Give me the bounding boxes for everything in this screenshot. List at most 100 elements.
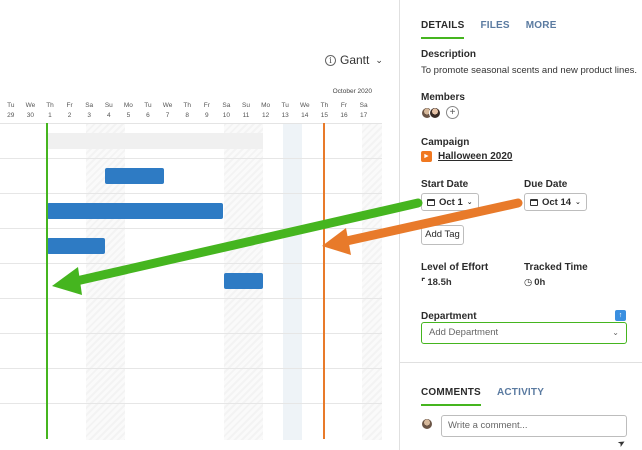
gantt-summary-bar[interactable] — [47, 133, 263, 149]
day-header-cell: Su 4 — [99, 101, 119, 121]
day-header-cell: We 30 — [21, 101, 41, 121]
gantt-task-bar[interactable] — [224, 273, 263, 289]
start-date-button[interactable]: Oct 1 ⌄ — [421, 193, 479, 211]
day-header-cell: Mo 12 — [256, 101, 276, 121]
details-tabs: DETAILS FILES MORE — [421, 20, 557, 39]
clock-icon: ◷ — [524, 277, 535, 288]
campaign-title: Campaign — [421, 137, 470, 148]
members-title: Members — [421, 92, 465, 103]
day-number: 15 — [320, 112, 328, 119]
day-header-cell: Tu 6 — [138, 101, 158, 121]
gantt-view-label: Gantt — [340, 53, 370, 67]
day-number: 8 — [185, 112, 189, 119]
day-number: 14 — [301, 112, 309, 119]
day-header-cell: Tu 13 — [275, 101, 295, 121]
day-number: 30 — [26, 112, 34, 119]
info-icon: i — [325, 54, 336, 66]
calendar-icon — [530, 198, 538, 206]
day-header-cell: Tu 29 — [1, 101, 21, 121]
panel-divider — [400, 362, 642, 363]
tab-more[interactable]: MORE — [526, 20, 557, 39]
day-of-week: Th — [183, 102, 191, 109]
add-tag-button[interactable]: Add Tag — [421, 225, 464, 245]
day-of-week: Tu — [144, 102, 152, 109]
day-number: 7 — [165, 112, 170, 119]
day-of-week: Fr — [340, 102, 348, 109]
day-number: 1 — [48, 112, 52, 119]
pin-icon[interactable]: ↑ — [615, 310, 626, 321]
tab-files[interactable]: FILES — [480, 20, 509, 39]
comment-input[interactable]: Write a comment... — [441, 415, 627, 437]
gantt-pane: i Gantt ⌄ October 2020 Tu 29 We 30 Th 1 Fr 2 Sa 3… — [0, 0, 400, 450]
due-date-value: Oct 14 — [542, 196, 572, 208]
send-icon[interactable]: ➤ — [616, 437, 628, 450]
due-date-button[interactable]: Oct 14 ⌄ — [524, 193, 587, 211]
effort-value: 18.5h — [427, 277, 452, 288]
start-date-value: Oct 1 — [439, 196, 463, 208]
avatar[interactable] — [429, 107, 441, 119]
day-number: 3 — [87, 112, 91, 119]
chevron-down-icon: ⌄ — [375, 54, 383, 65]
chevron-down-icon: ⌄ — [612, 328, 619, 337]
day-header-cell: Sa 3 — [79, 101, 99, 121]
day-header-cell: Th 1 — [40, 101, 60, 121]
row-divider — [0, 403, 382, 404]
day-of-week: We — [25, 102, 36, 109]
day-of-week: Fr — [66, 102, 73, 109]
gantt-grid — [0, 123, 382, 440]
description-text[interactable]: To promote seasonal scents and new produ… — [421, 65, 637, 76]
day-header-cell: Mo 5 — [119, 101, 139, 121]
effort-title: Level of Effort — [421, 262, 489, 273]
day-number: 6 — [146, 112, 150, 119]
tab-activity[interactable]: ACTIVITY — [497, 387, 544, 406]
day-of-week: We — [299, 102, 310, 109]
row-divider — [0, 158, 382, 159]
gantt-view-toggle[interactable]: i Gantt ⌄ — [325, 53, 383, 67]
day-number: 5 — [126, 112, 131, 119]
tab-details[interactable]: DETAILS — [421, 20, 465, 39]
day-header-cell: Fr 2 — [60, 101, 80, 121]
day-header-cell: Th 8 — [177, 101, 197, 121]
campaign-link[interactable]: Halloween 2020 — [438, 151, 512, 162]
add-member-button[interactable]: + — [446, 106, 459, 119]
day-header-cell: Sa 10 — [217, 101, 237, 121]
day-header-cell: Fr 9 — [197, 101, 217, 121]
description-title: Description — [421, 49, 477, 60]
effort-value-row[interactable]: ⌜ 18.5h — [421, 277, 452, 288]
day-number: 11 — [242, 112, 250, 119]
day-of-week: Sa — [222, 102, 231, 109]
day-of-week: Sa — [359, 102, 368, 109]
row-divider — [0, 333, 382, 334]
gantt-day-header: Tu 29 We 30 Th 1 Fr 2 Sa 3 Su 4 Mo 5 Tu 6 We 7 Th 8 Fr 9 Sa 10 S… — [0, 101, 382, 123]
day-of-week: Th — [320, 102, 329, 109]
tracked-time-title: Tracked Time — [524, 262, 588, 273]
start-date-marker — [46, 123, 48, 439]
megaphone-icon: ► — [421, 151, 432, 162]
row-divider — [0, 193, 382, 194]
day-number: 4 — [106, 112, 111, 119]
gantt-task-bar[interactable] — [105, 168, 164, 184]
row-divider — [0, 368, 382, 369]
start-date-title: Start Date — [421, 179, 469, 190]
day-of-week: Su — [104, 102, 113, 109]
day-number: 13 — [281, 112, 289, 119]
day-number: 12 — [261, 112, 270, 119]
row-divider — [0, 263, 382, 264]
details-panel: DETAILS FILES MORE Description To promot… — [400, 0, 642, 450]
row-divider — [0, 298, 382, 299]
department-title: Department — [421, 311, 477, 322]
due-date-marker — [323, 123, 325, 439]
tracked-time-value: 0h — [534, 277, 546, 288]
department-select[interactable]: Add Department ⌄ — [421, 322, 627, 344]
gantt-task-bar[interactable] — [47, 238, 105, 254]
day-of-week: Th — [46, 102, 54, 109]
day-number: 17 — [359, 112, 368, 119]
tab-comments[interactable]: COMMENTS — [421, 387, 481, 406]
due-date-title: Due Date — [524, 179, 568, 190]
day-of-week: Mo — [123, 102, 133, 109]
month-label: October 2020 — [332, 88, 372, 95]
comment-tabs: COMMENTS ACTIVITY — [421, 387, 544, 406]
day-header-cell: Sa 17 — [354, 101, 374, 121]
gantt-task-bar[interactable] — [47, 203, 223, 219]
tracked-time-row[interactable]: ◷ 0h — [524, 277, 545, 288]
